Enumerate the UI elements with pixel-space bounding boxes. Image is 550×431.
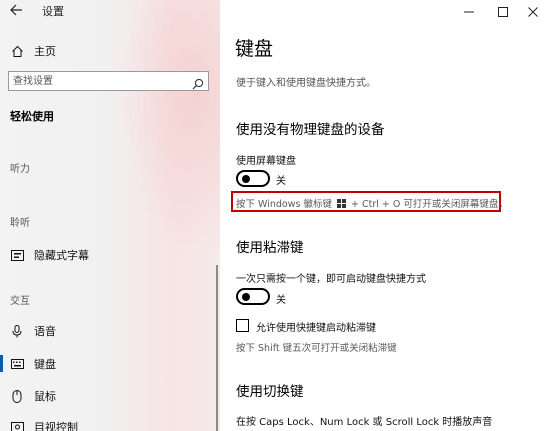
home-icon [10,44,24,58]
osk-label: 使用屏幕键盘 [236,156,296,167]
nav-item-captions-label: 隐藏式字幕 [34,249,89,262]
nav-item-speech[interactable]: 语音 [10,322,56,340]
nav-item-home-label: 主页 [34,45,56,58]
nav-scrollbar[interactable] [216,265,218,431]
nav-category-title: 轻松使用 [10,110,54,123]
nav-item-speech-label: 语音 [34,325,56,338]
content-pane: 键盘 便于键入和使用键盘快捷方式。 使用没有物理键盘的设备 使用屏幕键盘 关 按… [220,0,550,431]
toggle-knob [242,174,250,183]
osk-hint: 按下 Windows 徽标键 + Ctrl + O 可打开或关闭屏幕键盘。 [236,196,508,211]
back-arrow-icon[interactable] [10,4,28,20]
toggle-keys-section-heading: 使用切换键 [236,384,304,400]
sticky-toggle-state: 关 [276,295,286,306]
microphone-icon [10,324,24,338]
osk-hint-part2: + Ctrl + O 可打开或关闭屏幕键盘。 [351,199,508,210]
mouse-icon [10,389,24,403]
sticky-shortcut-checkbox-label: 允许使用快捷键启动粘滞键 [256,323,376,334]
keyboard-icon [10,357,24,371]
toggle-knob [242,292,250,301]
sticky-section-heading: 使用粘滞键 [236,240,304,256]
selected-indicator [0,355,3,372]
search-box[interactable] [8,71,209,91]
nav-group-interaction: 交互 [10,296,30,307]
search-input[interactable] [13,74,183,88]
osk-toggle-state: 关 [276,176,286,187]
toggle-keys-label: 在按 Caps Lock、Num Lock 或 Scroll Lock 时播放声… [236,417,493,428]
nav-group-listening: 聆听 [10,218,30,229]
sticky-toggle[interactable] [236,288,270,305]
nav-item-mouse-label: 鼠标 [34,390,56,403]
nav-item-captions[interactable]: 隐藏式字幕 [10,246,89,264]
sticky-hint: 按下 Shift 键五次可打开或关闭粘滞键 [236,343,397,354]
nav-background-glow [120,0,220,260]
navigation-pane: 设置 主页 轻松使用 听力 聆听 隐藏式字幕 交互 [0,0,220,431]
app-title: 设置 [42,5,64,18]
sticky-shortcut-checkbox[interactable] [236,319,249,332]
osk-toggle[interactable] [236,170,270,187]
page-description: 便于键入和使用键盘快捷方式。 [236,78,376,89]
nav-item-keyboard[interactable]: 键盘 [10,355,56,373]
nav-group-hearing: 听力 [10,164,30,175]
page-title: 键盘 [235,38,274,60]
nav-item-keyboard-label: 键盘 [34,358,56,371]
search-icon[interactable] [192,75,204,90]
sticky-label: 一次只需按一个键，即可启动键盘快捷方式 [236,274,426,285]
nav-item-eye-control-label: 目视控制 [34,421,78,431]
captions-icon [10,248,24,262]
nav-item-mouse[interactable]: 鼠标 [10,387,56,405]
nav-item-home[interactable]: 主页 [10,42,56,60]
settings-window: 设置 主页 轻松使用 听力 聆听 隐藏式字幕 交互 [0,0,550,431]
eye-control-icon [10,420,24,431]
osk-hint-part1: 按下 Windows 徽标键 [236,199,332,210]
osk-section-heading: 使用没有物理键盘的设备 [236,122,385,138]
windows-logo-icon [336,199,346,211]
nav-item-eye-control[interactable]: 目视控制 [10,418,78,431]
